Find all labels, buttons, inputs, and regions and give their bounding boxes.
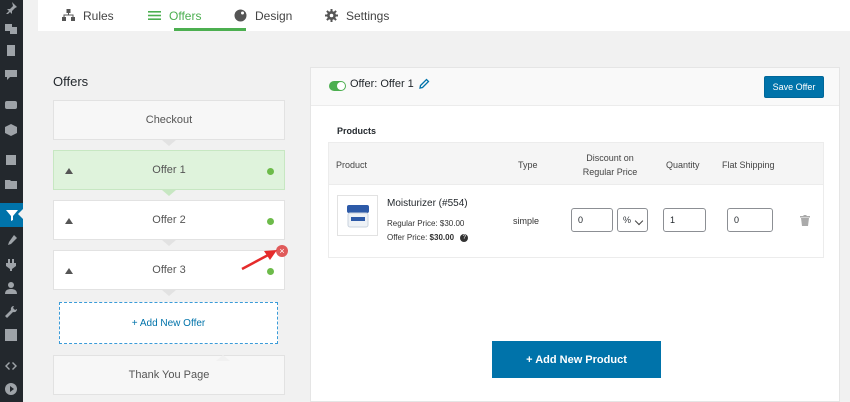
users-icon[interactable] (4, 281, 18, 295)
offer-editor-panel: Offer: Offer 1 Save Offer Products Produ… (310, 67, 840, 402)
tab-rules-label: Rules (83, 8, 114, 23)
step-connector (162, 190, 176, 196)
folder-icon[interactable] (4, 177, 18, 191)
offer-header: Offer: Offer 1 Save Offer (311, 68, 839, 106)
current-menu-arrow (18, 208, 24, 220)
tab-settings-label: Settings (346, 8, 390, 23)
column-header-product: Product (336, 160, 368, 170)
tab-settings[interactable]: Settings (325, 0, 389, 31)
table-header: Product Type Discount on Regular Price Q… (329, 143, 823, 185)
step-connector (162, 140, 176, 146)
column-header-quantity: Quantity (666, 160, 700, 170)
save-offer-label: Save Offer (772, 82, 816, 92)
analytics-icon[interactable] (4, 153, 18, 167)
comments-icon[interactable] (4, 68, 18, 82)
media-icon[interactable] (4, 22, 18, 36)
add-new-product-button[interactable]: + Add New Product (492, 341, 661, 378)
appearance-icon[interactable] (4, 234, 18, 248)
offers-heading: Offers (53, 74, 89, 89)
products-heading: Products (337, 126, 377, 136)
trash-icon[interactable] (800, 215, 810, 226)
offer-price-label: Offer Price: (387, 233, 428, 242)
woo-icon[interactable] (4, 98, 18, 112)
step-label: Checkout (145, 114, 193, 126)
chevron-down-icon (634, 216, 644, 226)
products-table: Product Type Discount on Regular Price Q… (328, 142, 824, 258)
collapse-arrow-icon[interactable] (65, 268, 73, 274)
tab-bar: Rules Offers Design Settings (38, 0, 850, 31)
moisturizer-jar-image (347, 205, 369, 228)
offer-price: Offer Price: $30.00 ? (387, 233, 469, 242)
offer-enabled-toggle[interactable] (329, 81, 346, 91)
funnel-step-offer-1[interactable]: Offer 1 (53, 150, 285, 190)
collapse-arrow-icon[interactable] (65, 218, 73, 224)
save-offer-button[interactable]: Save Offer (764, 76, 824, 98)
pin-icon[interactable] (4, 1, 18, 15)
pages-icon[interactable] (4, 44, 18, 58)
add-new-offer-label: + Add New Offer (131, 317, 206, 329)
step-connector (162, 290, 176, 296)
funnel-step-checkout[interactable]: Checkout (53, 100, 285, 140)
pointer-arrow-icon (241, 250, 277, 271)
add-new-product-label: + Add New Product (526, 353, 627, 366)
step-connector (216, 355, 230, 361)
edit-pencil-icon[interactable] (419, 78, 430, 89)
gear-icon (325, 9, 338, 22)
discount-unit: % (623, 215, 632, 225)
product-name: Moisturizer (#554) (387, 198, 468, 209)
column-header-shipping: Flat Shipping (722, 160, 775, 170)
sitemap-icon (62, 9, 75, 21)
discount-input[interactable]: 0 (571, 208, 613, 232)
step-label: Thank You Page (128, 369, 210, 381)
funnel-step-offer-2[interactable]: Offer 2 (53, 200, 285, 240)
column-header-discount: Discount on Regular Price (582, 153, 638, 177)
quantity-input[interactable]: 1 (663, 208, 706, 232)
status-dot (267, 218, 274, 225)
step-label: Offer 3 (152, 264, 186, 276)
settings-icon[interactable] (4, 328, 18, 342)
product-type: simple (513, 216, 540, 226)
list-icon (148, 11, 161, 20)
help-icon[interactable]: ? (460, 233, 469, 242)
tab-offers-label: Offers (169, 8, 202, 23)
offer-price-value: $30.00 (429, 233, 455, 242)
add-new-offer-button[interactable]: + Add New Offer (59, 302, 278, 344)
discount-type-select[interactable]: % (617, 208, 648, 232)
step-label: Offer 1 (152, 164, 186, 176)
palette-icon (234, 9, 247, 22)
tab-rules[interactable]: Rules (62, 0, 114, 31)
collapse-arrow-icon[interactable] (65, 168, 73, 174)
tab-design[interactable]: Design (234, 0, 292, 31)
tools-icon[interactable] (4, 305, 18, 319)
code-icon[interactable] (4, 359, 18, 373)
shipping-input[interactable]: 0 (727, 208, 773, 232)
regular-price: Regular Price: $30.00 (387, 219, 465, 228)
step-connector (162, 240, 176, 246)
plugins-icon[interactable] (4, 258, 18, 272)
play-icon[interactable] (4, 382, 18, 396)
wp-admin-sidebar (0, 0, 24, 402)
products-icon[interactable] (4, 123, 18, 137)
tab-offers[interactable]: Offers (148, 0, 201, 31)
status-dot (267, 168, 274, 175)
product-thumbnail (337, 195, 378, 236)
column-header-type: Type (518, 160, 538, 170)
step-label: Offer 2 (152, 214, 186, 226)
offer-title: Offer: Offer 1 (350, 78, 414, 90)
funnel-step-thank-you[interactable]: Thank You Page (53, 355, 285, 395)
tab-design-label: Design (255, 8, 293, 23)
